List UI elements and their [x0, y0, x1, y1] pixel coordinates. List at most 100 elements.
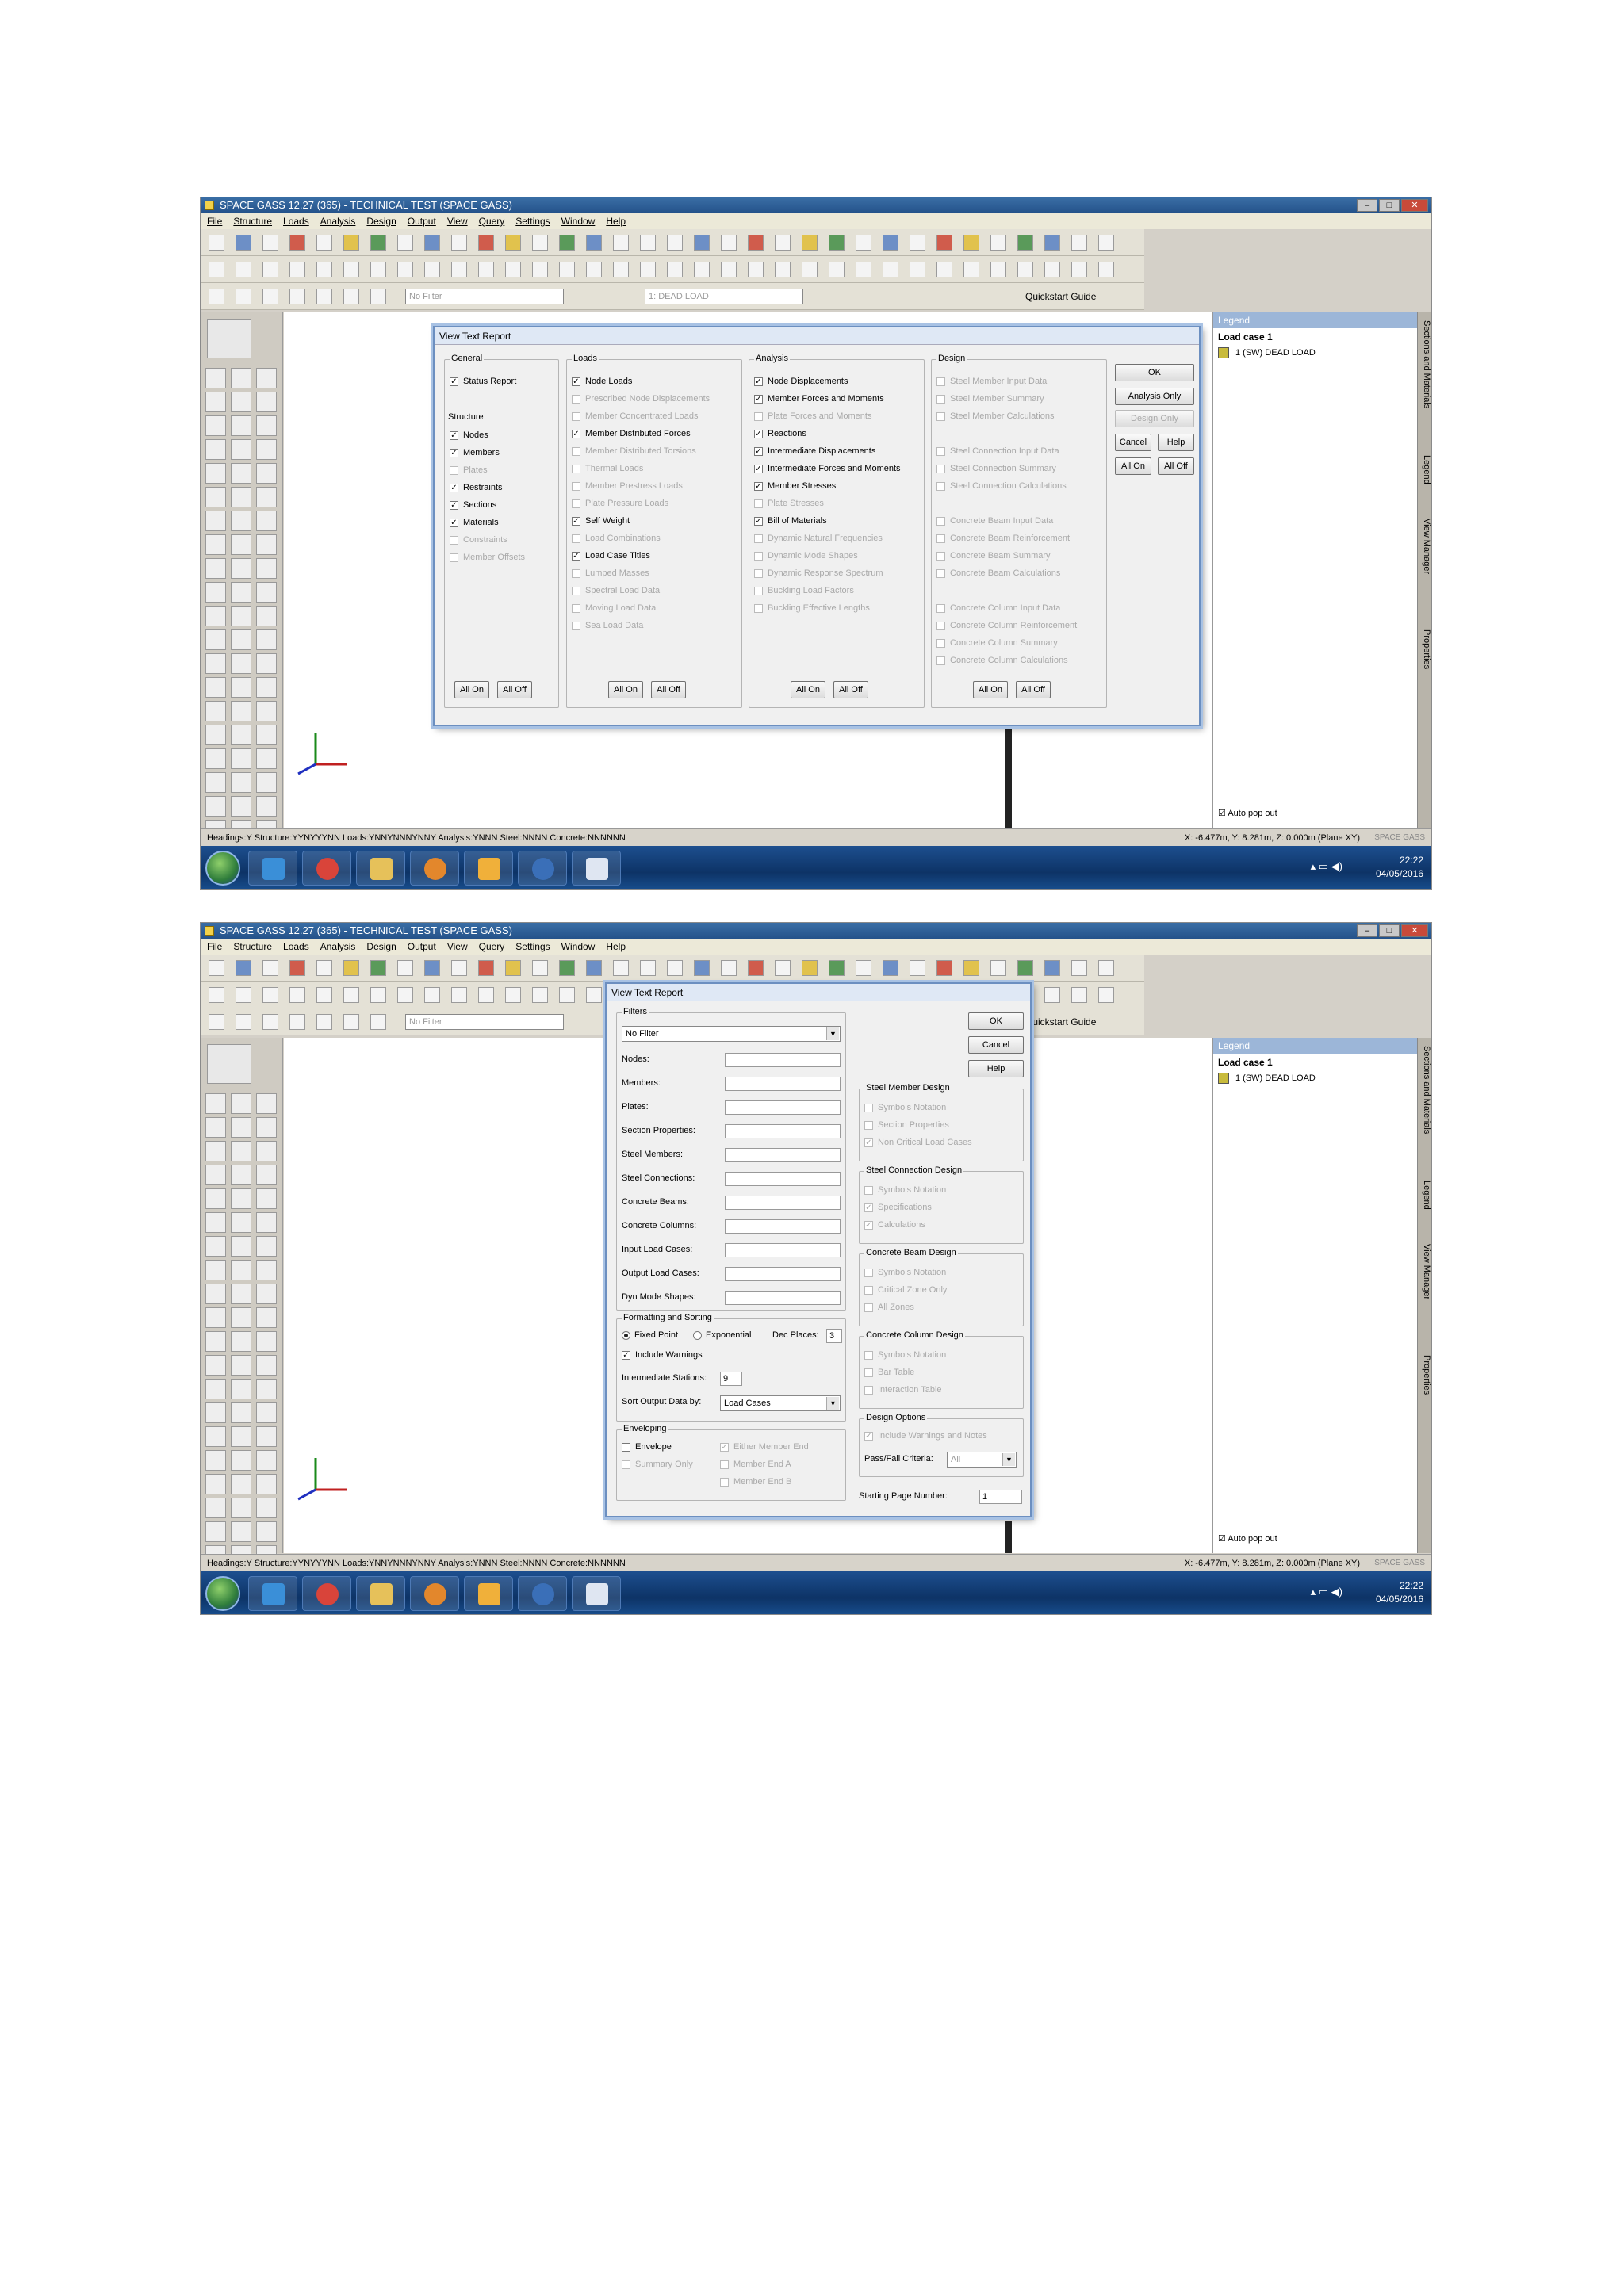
toolbar-tool-icon[interactable] — [505, 960, 521, 976]
draw-tool-icon[interactable] — [205, 487, 226, 507]
node-tool-icon[interactable] — [207, 1044, 251, 1084]
toolbar-tool-icon[interactable] — [990, 262, 1006, 277]
toolbar-tool-icon[interactable] — [343, 987, 359, 1003]
draw-tool-icon[interactable] — [205, 1379, 226, 1399]
draw-tool-icon[interactable] — [231, 1450, 251, 1471]
draw-tool-icon[interactable] — [205, 701, 226, 721]
toolbar-tool-icon[interactable] — [209, 235, 224, 251]
side-tab[interactable]: Properties — [1419, 1355, 1431, 1395]
draw-tool-icon[interactable] — [256, 1117, 277, 1138]
toolbar-tool-icon[interactable] — [262, 960, 278, 976]
close-button[interactable]: ✕ — [1401, 924, 1428, 937]
draw-tool-icon[interactable] — [231, 629, 251, 650]
toolbar-tool-icon[interactable] — [478, 960, 494, 976]
draw-tool-icon[interactable] — [205, 1355, 226, 1376]
auto-pop-out-checkbox[interactable]: ☑ Auto pop out — [1218, 808, 1277, 818]
draw-tool-icon[interactable] — [256, 725, 277, 745]
toolbar-tool-icon[interactable] — [236, 289, 251, 304]
draw-tool-icon[interactable] — [231, 1426, 251, 1447]
menu-output[interactable]: Output — [408, 939, 436, 955]
toolbar-tool-icon[interactable] — [316, 235, 332, 251]
toolbar-tool-icon[interactable] — [289, 960, 305, 976]
structure-checkbox[interactable]: Constraints — [450, 534, 508, 545]
filter-type-select[interactable]: No Filter ▼ — [622, 1026, 841, 1042]
draw-tool-icon[interactable] — [231, 1141, 251, 1161]
draw-tool-icon[interactable] — [231, 653, 251, 674]
draw-tool-icon[interactable] — [205, 725, 226, 745]
toolbar-tool-icon[interactable] — [289, 262, 305, 277]
toolbar-tool-icon[interactable] — [802, 235, 818, 251]
toolbar-tool-icon[interactable] — [478, 235, 494, 251]
side-tab[interactable]: View Manager — [1419, 1244, 1431, 1299]
tray-icons[interactable]: ▴ ▭ ◀) — [1311, 860, 1342, 873]
close-button[interactable]: ✕ — [1401, 199, 1428, 212]
toolbar-tool-icon[interactable] — [1044, 960, 1060, 976]
toolbar-tool-icon[interactable] — [910, 262, 925, 277]
draw-tool-icon[interactable] — [256, 368, 277, 388]
filter-input[interactable] — [725, 1243, 841, 1257]
taskbar-ie[interactable] — [248, 1576, 297, 1611]
toolbar-tool-icon[interactable] — [856, 235, 871, 251]
toolbar-tool-icon[interactable] — [236, 960, 251, 976]
menu-design[interactable]: Design — [366, 213, 396, 229]
design-checkbox[interactable]: Steel Connection Input Data — [936, 446, 1059, 457]
toolbar-tool-icon[interactable] — [424, 960, 440, 976]
draw-tool-icon[interactable] — [231, 1355, 251, 1376]
draw-tool-icon[interactable] — [205, 439, 226, 460]
ccd-checkbox[interactable]: Interaction Table — [864, 1384, 942, 1395]
toolbar-tool-icon[interactable] — [694, 262, 710, 277]
toolbar-tool-icon[interactable] — [667, 235, 683, 251]
toolbar-tool-icon[interactable] — [236, 262, 251, 277]
design-checkbox[interactable]: Concrete Beam Summary — [936, 550, 1051, 561]
toolbar-tool-icon[interactable] — [721, 262, 737, 277]
design-checkbox[interactable]: Concrete Column Input Data — [936, 603, 1060, 614]
toolbar-tool-icon[interactable] — [478, 987, 494, 1003]
draw-tool-icon[interactable] — [231, 1521, 251, 1542]
menu-loads[interactable]: Loads — [283, 213, 309, 229]
toolbar-tool-icon[interactable] — [262, 1014, 278, 1030]
draw-tool-icon[interactable] — [231, 439, 251, 460]
toolbar-tool-icon[interactable] — [397, 987, 413, 1003]
toolbar-tool-icon[interactable] — [316, 262, 332, 277]
toolbar-tool-icon[interactable] — [1017, 262, 1033, 277]
side-tab[interactable]: Legend — [1419, 1181, 1431, 1210]
toolbar-tool-icon[interactable] — [721, 235, 737, 251]
taskbar-chrome[interactable] — [302, 1576, 351, 1611]
toolbar-tool-icon[interactable] — [1098, 235, 1114, 251]
draw-tool-icon[interactable] — [205, 1426, 226, 1447]
draw-tool-icon[interactable] — [205, 796, 226, 817]
filter-input[interactable] — [725, 1219, 841, 1234]
filter-input[interactable] — [725, 1124, 841, 1138]
design-all-on-button[interactable]: All On — [973, 681, 1008, 698]
taskbar-app5[interactable] — [464, 1576, 513, 1611]
toolbar-tool-icon[interactable] — [990, 960, 1006, 976]
toolbar-tool-icon[interactable] — [856, 262, 871, 277]
toolbar-tool-icon[interactable] — [1098, 987, 1114, 1003]
structure-checkbox[interactable]: ✓ Restraints — [450, 482, 503, 493]
draw-tool-icon[interactable] — [256, 1141, 277, 1161]
minimize-button[interactable]: – — [1357, 924, 1377, 937]
toolbar-tool-icon[interactable] — [397, 960, 413, 976]
draw-tool-icon[interactable] — [231, 606, 251, 626]
draw-tool-icon[interactable] — [256, 772, 277, 793]
loads-checkbox[interactable]: Load Combinations — [572, 533, 661, 544]
structure-checkbox[interactable]: ✓ Materials — [450, 517, 499, 528]
draw-tool-icon[interactable] — [256, 1188, 277, 1209]
cancel-button[interactable]: Cancel — [968, 1036, 1024, 1054]
toolbar-tool-icon[interactable] — [694, 960, 710, 976]
draw-tool-icon[interactable] — [205, 1474, 226, 1494]
toolbar-tool-icon[interactable] — [910, 960, 925, 976]
toolbar-tool-icon[interactable] — [532, 262, 548, 277]
scd-checkbox[interactable]: ✓ Calculations — [864, 1219, 925, 1230]
toolbar-tool-icon[interactable] — [343, 960, 359, 976]
toolbar-tool-icon[interactable] — [667, 262, 683, 277]
draw-tool-icon[interactable] — [256, 463, 277, 484]
end-b-checkbox[interactable]: Member End B — [720, 1476, 791, 1487]
design-checkbox[interactable]: Concrete Column Summary — [936, 637, 1058, 649]
taskbar-spacegass[interactable] — [518, 1576, 567, 1611]
sort-select[interactable]: Load Cases ▼ — [720, 1395, 841, 1411]
toolbar-tool-icon[interactable] — [316, 987, 332, 1003]
loads-checkbox[interactable]: Sea Load Data — [572, 620, 643, 631]
draw-tool-icon[interactable] — [256, 1450, 277, 1471]
draw-tool-icon[interactable] — [231, 1402, 251, 1423]
